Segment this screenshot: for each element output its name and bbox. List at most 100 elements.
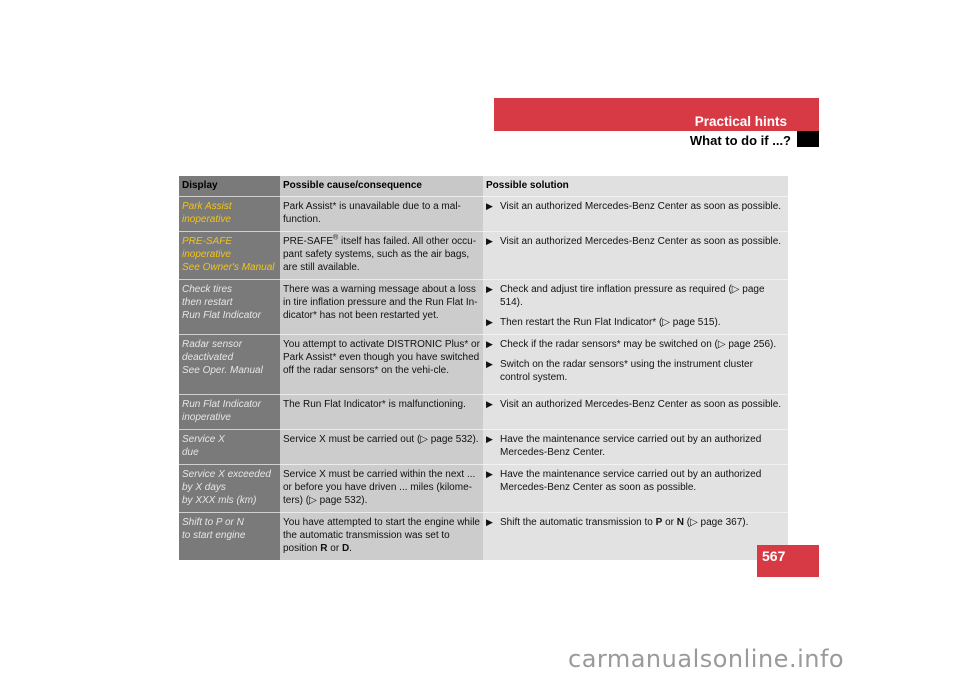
solution-text: Check and adjust tire inflation pressure… xyxy=(500,284,765,308)
display-message-cell: Check tires then restart Run Flat Indica… xyxy=(179,279,280,335)
table-row: Service X exceeded by X days by XXX mls … xyxy=(179,464,788,513)
display-line: inoperative xyxy=(182,249,231,260)
solution-step: ▶ Visit an authorized Mercedes-Benz Cent… xyxy=(486,200,785,213)
solution-text: Switch on the radar sensors* using the i… xyxy=(500,359,753,383)
solution-text: Visit an authorized Mercedes-Benz Center… xyxy=(500,399,782,410)
table-row: Park Assist inoperative Park Assist* is … xyxy=(179,196,788,232)
display-line: Park Assist xyxy=(182,201,232,212)
cause-cell: You have attempted to start the engine w… xyxy=(280,512,483,560)
solution-step: ▶ Have the maintenance service carried o… xyxy=(486,433,785,459)
display-message-cell: Run Flat Indicator inoperative xyxy=(179,394,280,430)
solution-cell: ▶ Visit an authorized Mercedes-Benz Cent… xyxy=(483,196,788,232)
cause-text: or xyxy=(327,543,342,554)
table-row: Run Flat Indicator inoperative The Run F… xyxy=(179,394,788,430)
display-line: Run Flat Indicator xyxy=(182,399,261,410)
table-row: PRE-SAFE inoperative See Owner's Manual … xyxy=(179,231,788,280)
cause-cell: You attempt to activate DISTRONIC Plus* … xyxy=(280,334,483,395)
display-line: inoperative xyxy=(182,214,231,225)
cause-cell: PRE-SAFE® itself has failed. All other o… xyxy=(280,231,483,280)
table-row: Service X due Service X must be carried … xyxy=(179,429,788,465)
solution-step: ▶ Visit an authorized Mercedes-Benz Cent… xyxy=(486,235,785,248)
solution-cell: ▶ Shift the automatic transmission to P … xyxy=(483,512,788,560)
solution-cell: ▶ Visit an authorized Mercedes-Benz Cent… xyxy=(483,394,788,430)
section-header-band: Practical hints xyxy=(494,98,819,131)
bullet-arrow-icon: ▶ xyxy=(486,201,493,211)
column-header-display: Display xyxy=(179,176,280,197)
solution-text: Visit an authorized Mercedes-Benz Center… xyxy=(500,236,782,247)
cause-cell: Service X must be carried within the nex… xyxy=(280,464,483,513)
display-message-cell: Shift to P or N to start engine xyxy=(179,512,280,560)
bullet-arrow-icon: ▶ xyxy=(486,469,493,479)
display-line: PRE-SAFE xyxy=(182,236,233,247)
table-row: Shift to P or N to start engine You have… xyxy=(179,512,788,560)
solution-text: Shift the automatic transmission to P or… xyxy=(500,516,748,529)
solution-cell: ▶ Check and adjust tire inflation pressu… xyxy=(483,279,788,335)
display-line: Radar sensor xyxy=(182,339,243,350)
cause-text: . xyxy=(349,543,352,554)
display-messages-table: Display Possible cause/consequence Possi… xyxy=(179,176,788,560)
display-line: See Oper. Manual xyxy=(182,365,263,376)
solution-text: Have the maintenance service carried out… xyxy=(500,434,762,458)
cause-cell: Park Assist* is unavailable due to a mal… xyxy=(280,196,483,232)
cause-cell: Service X must be carried out (▷ page 53… xyxy=(280,429,483,465)
display-line: by XXX mls (km) xyxy=(182,495,257,506)
display-message-cell: Service X due xyxy=(179,429,280,465)
display-message-cell: Radar sensor deactivated See Oper. Manua… xyxy=(179,334,280,395)
subsection-title: What to do if ...? xyxy=(689,133,791,148)
table-header-row: Display Possible cause/consequence Possi… xyxy=(179,176,788,197)
solution-step: ▶ Check if the radar sensors* may be swi… xyxy=(486,338,785,351)
solution-step: ▶ Switch on the radar sensors* using the… xyxy=(486,358,785,384)
cause-text: You have attempted to start the engine w… xyxy=(283,517,480,554)
solution-step: ▶ Visit an authorized Mercedes-Benz Cent… xyxy=(486,398,785,411)
subsection-title-wrap: What to do if ...? xyxy=(494,131,797,151)
solution-cell: ▶ Visit an authorized Mercedes-Benz Cent… xyxy=(483,231,788,280)
display-line: by X days xyxy=(182,482,226,493)
table-row: Radar sensor deactivated See Oper. Manua… xyxy=(179,334,788,395)
bullet-arrow-icon: ▶ xyxy=(486,517,493,527)
gear-position-n: N xyxy=(676,517,684,528)
bullet-arrow-icon: ▶ xyxy=(486,339,493,349)
cause-text-prefix: PRE-SAFE xyxy=(283,236,334,247)
solution-cell: ▶ Have the maintenance service carried o… xyxy=(483,464,788,513)
solution-text: Have the maintenance service carried out… xyxy=(500,469,762,493)
display-message-cell: Service X exceeded by X days by XXX mls … xyxy=(179,464,280,513)
bullet-arrow-icon: ▶ xyxy=(486,399,493,409)
solution-step: ▶ Have the maintenance service carried o… xyxy=(486,468,785,494)
page-number-tab: 567 xyxy=(757,545,819,577)
display-line: to start engine xyxy=(182,530,246,541)
display-message-cell: Park Assist inoperative xyxy=(179,196,280,232)
solution-text-part: Shift the automatic transmission to xyxy=(500,517,656,528)
solution-cell: ▶ Have the maintenance service carried o… xyxy=(483,429,788,465)
display-line: deactivated xyxy=(182,352,234,363)
bullet-arrow-icon: ▶ xyxy=(486,236,493,246)
solution-text-part: (▷ page 367). xyxy=(683,517,749,528)
bullet-arrow-icon: ▶ xyxy=(486,284,493,294)
bullet-arrow-icon: ▶ xyxy=(486,359,493,369)
solution-step: ▶ Check and adjust tire inflation pressu… xyxy=(486,283,785,309)
display-line: Check tires xyxy=(182,284,233,295)
solution-text: Visit an authorized Mercedes-Benz Center… xyxy=(500,201,782,212)
display-line: Service X exceeded xyxy=(182,469,271,480)
display-line: Service X xyxy=(182,434,225,445)
display-message-cell: PRE-SAFE inoperative See Owner's Manual xyxy=(179,231,280,280)
display-line: Run Flat Indicator xyxy=(182,310,261,321)
display-line: then restart xyxy=(182,297,233,308)
bullet-arrow-icon: ▶ xyxy=(486,434,493,444)
bullet-arrow-icon: ▶ xyxy=(486,317,493,327)
thumb-index-marker xyxy=(797,131,819,147)
section-title: Practical hints xyxy=(694,114,787,129)
solution-cell: ▶ Check if the radar sensors* may be swi… xyxy=(483,334,788,395)
display-line: Shift to P or N xyxy=(182,517,244,528)
column-header-solution: Possible solution xyxy=(483,176,788,197)
page-number: 567 xyxy=(762,548,786,564)
solution-text: Check if the radar sensors* may be switc… xyxy=(500,339,777,350)
display-line: due xyxy=(182,447,199,458)
cause-cell: There was a warning message about a loss… xyxy=(280,279,483,335)
column-header-cause: Possible cause/consequence xyxy=(280,176,483,197)
display-line: See Owner's Manual xyxy=(182,262,275,273)
watermark: carmanualsonline.info xyxy=(568,645,845,673)
table-row: Check tires then restart Run Flat Indica… xyxy=(179,279,788,335)
solution-text-part: or xyxy=(662,517,677,528)
cause-cell: The Run Flat Indicator* is malfunctionin… xyxy=(280,394,483,430)
solution-step: ▶ Then restart the Run Flat Indicator* (… xyxy=(486,316,785,329)
